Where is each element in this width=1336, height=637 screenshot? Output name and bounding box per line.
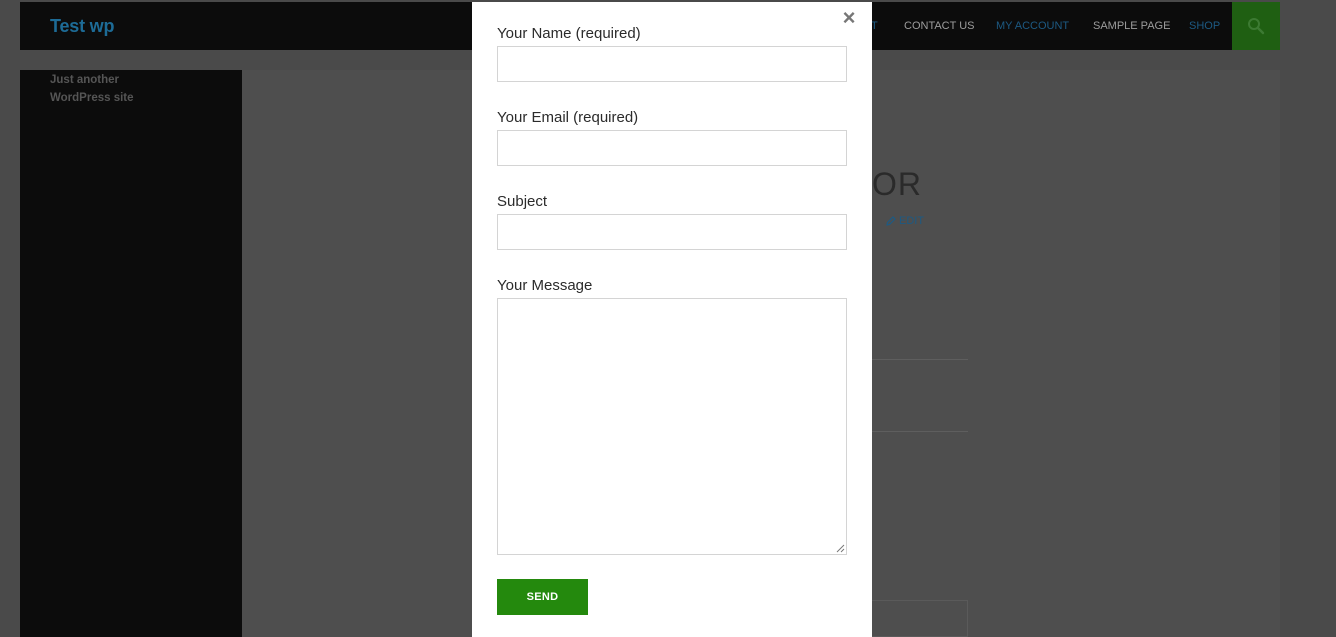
pencil-icon — [886, 216, 896, 226]
site-title[interactable]: Test wp — [50, 16, 114, 37]
message-field[interactable] — [497, 298, 847, 555]
divider — [872, 359, 968, 360]
divider — [872, 431, 968, 432]
edit-link[interactable]: EDIT — [886, 215, 924, 227]
email-label: Your Email (required) — [497, 109, 639, 126]
message-label: Your Message — [497, 277, 593, 294]
site-tagline: Just another WordPress site — [50, 74, 134, 104]
subject-field[interactable] — [497, 214, 847, 250]
nav-item-sample-page[interactable]: SAMPLE PAGE — [1093, 20, 1170, 32]
search-icon — [1248, 18, 1265, 35]
nav-item-partial[interactable]: T — [871, 20, 878, 32]
resize-handle-icon[interactable] — [836, 544, 845, 553]
name-field[interactable] — [497, 46, 847, 82]
subject-label: Subject — [497, 193, 548, 210]
send-button[interactable]: SEND — [497, 579, 588, 615]
sidebar: Just another WordPress site — [20, 70, 242, 637]
email-field[interactable] — [497, 130, 847, 166]
nav-item-shop[interactable]: SHOP — [1189, 20, 1220, 32]
nav-item-my-account[interactable]: MY ACCOUNT — [996, 20, 1069, 32]
search-button[interactable] — [1232, 2, 1280, 50]
background-box — [872, 600, 968, 637]
nav-item-contact-us[interactable]: CONTACT US — [904, 20, 975, 32]
name-label: Your Name (required) — [497, 25, 641, 42]
edit-label: EDIT — [899, 215, 925, 227]
page-title: OR — [872, 166, 922, 202]
close-icon[interactable]: × — [840, 7, 858, 29]
contact-form-modal: × Your Name (required) Your Email (requi… — [472, 2, 872, 637]
